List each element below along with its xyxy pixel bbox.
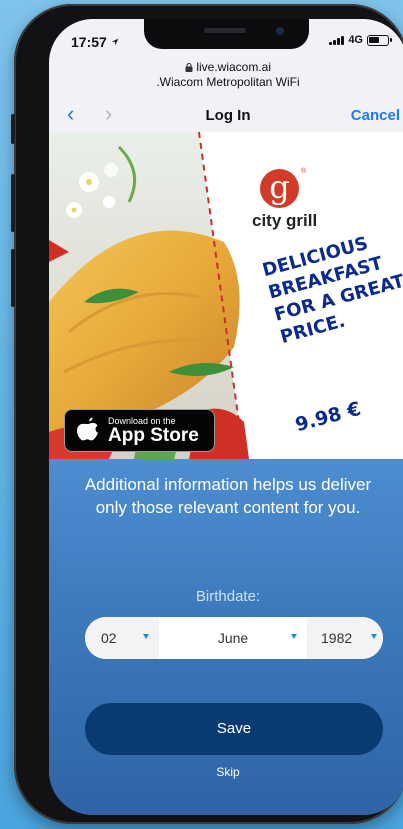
volume-down-button [11,249,15,307]
mute-switch [11,114,15,144]
app-store-badge[interactable]: Download on the App Store [64,409,215,452]
dropdown-arrow-icon [371,634,377,639]
info-text: Additional information helps us deliver … [84,475,372,517]
ad-banner[interactable]: g ® city grill DELICIOUS BREAKFAST FOR A… [49,132,403,459]
url-text: live.wiacom.ai [196,60,272,74]
registered-mark: ® [301,168,307,175]
status-indicators: 4G [329,34,392,46]
apple-logo-icon [77,417,98,441]
registration-form: Additional information helps us deliver … [49,459,403,815]
notch [144,19,309,49]
location-arrow-icon [111,38,118,46]
city-grill-logo: g [260,169,299,208]
month-select[interactable]: June [159,617,307,659]
dropdown-arrow-icon [291,634,297,639]
month-value: June [217,630,249,646]
camera [276,27,284,35]
volume-up-button [11,174,15,232]
signal-bars-icon [329,35,345,45]
lock-icon [185,62,193,72]
day-value: 02 [101,630,117,646]
browser-chrome: 17:57 4G live.wiacom.ai .Wiacom Metropol… [49,19,403,132]
year-select[interactable]: 1982 [307,617,383,659]
url-bar[interactable]: live.wiacom.ai [49,60,403,74]
brand-name: city grill [252,211,318,230]
cancel-button[interactable]: Cancel [351,107,400,124]
dropdown-arrow-icon [143,634,149,639]
year-value: 1982 [321,630,353,646]
phone-frame: 17:57 4G live.wiacom.ai .Wiacom Metropol… [11,4,403,824]
skip-link[interactable]: Skip [49,765,403,779]
birthdate-selector: 02 June 1982 [85,617,383,659]
birthdate-label: Birthdate: [195,588,261,605]
save-button[interactable]: Save [85,703,383,755]
status-time: 17:57 [71,34,119,50]
speaker [204,28,246,33]
network-type: 4G [348,34,363,46]
network-name: .Wiacom Metropolitan WiFi [156,75,300,89]
screen: 17:57 4G live.wiacom.ai .Wiacom Metropol… [49,19,403,815]
appstore-big-text: App Store [108,425,199,446]
battery-icon [367,34,392,46]
day-select[interactable]: 02 [85,617,159,659]
